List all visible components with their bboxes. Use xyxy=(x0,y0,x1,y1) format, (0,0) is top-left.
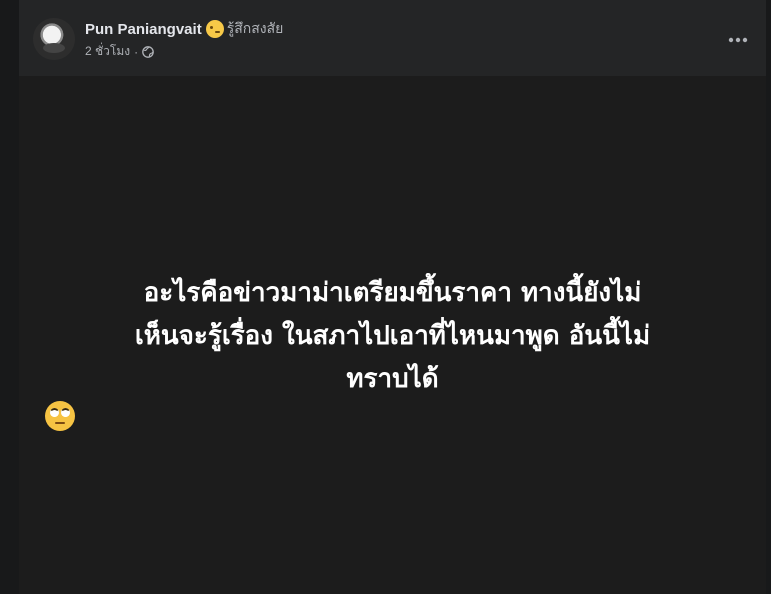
post-header: Pun Paniangvait รู้สึกสงสัย 2 ชั่วโมง · xyxy=(19,0,766,76)
author-row: Pun Paniangvait รู้สึกสงสัย xyxy=(85,19,283,39)
status-line: ทราบได้ xyxy=(346,364,439,394)
post-meta: 2 ชั่วโมง · xyxy=(85,42,154,61)
facebook-post: Pun Paniangvait รู้สึกสงสัย 2 ชั่วโมง · xyxy=(19,0,766,594)
status-line: อะไรคือข่าวมาม่าเตรียมขึ้นราคา ทางนี้ยัง… xyxy=(143,278,642,308)
status-background: อะไรคือข่าวมาม่าเตรียมขึ้นราคา ทางนี้ยัง… xyxy=(19,76,766,594)
thinking-face-icon xyxy=(205,20,224,38)
globe-icon[interactable] xyxy=(142,45,154,58)
more-horizontal-icon xyxy=(728,37,748,43)
status-line-last: ทราบได้ xyxy=(39,358,746,431)
author-name[interactable]: Pun Paniangvait xyxy=(85,21,202,38)
meta-separator: · xyxy=(134,44,139,59)
more-options-button[interactable] xyxy=(720,22,756,58)
post-timestamp[interactable]: 2 ชั่วโมง xyxy=(85,42,130,61)
feeling-label[interactable]: รู้สึกสงสัย xyxy=(227,18,284,40)
status-text: อะไรคือข่าวมาม่าเตรียมขึ้นราคา ทางนี้ยัง… xyxy=(39,272,746,431)
face-with-rolling-eyes-icon xyxy=(45,401,75,431)
author-avatar[interactable] xyxy=(33,18,75,60)
status-line: เห็นจะรู้เรื่อง ในสภาไปเอาที่ไหนมาพูด อั… xyxy=(134,321,651,351)
